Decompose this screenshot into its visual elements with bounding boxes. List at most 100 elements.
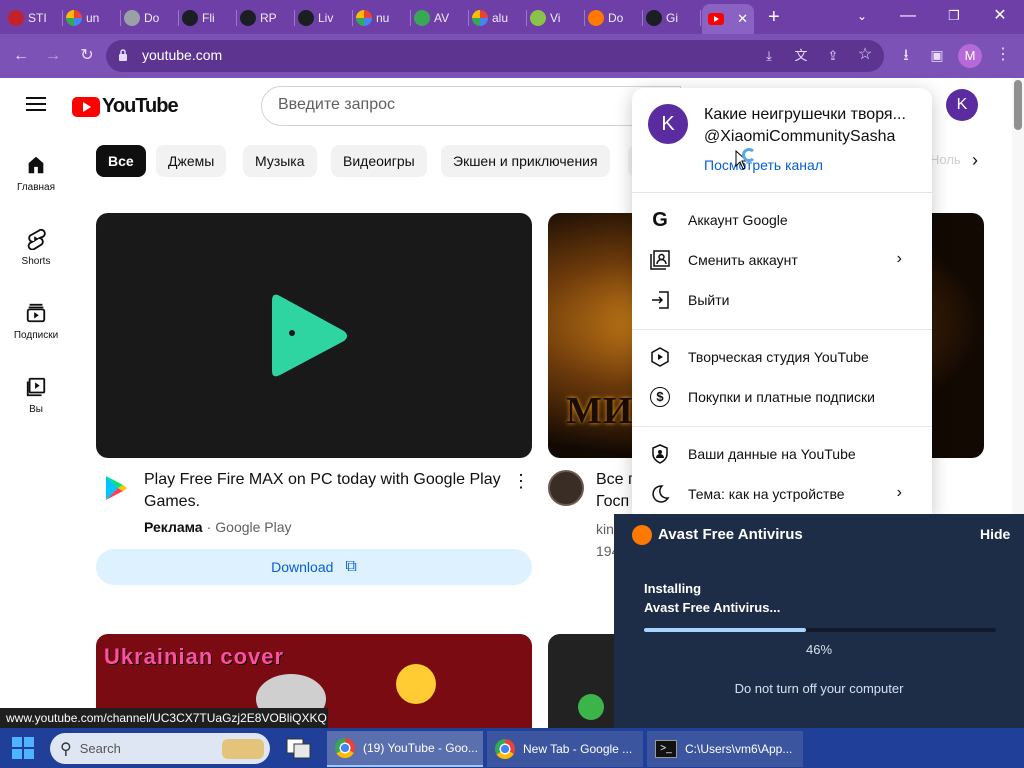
video-more-icon[interactable]: ⋮	[512, 471, 530, 492]
reload-icon[interactable]: ↻	[76, 46, 98, 66]
youtube-logo[interactable]: YouTube	[72, 95, 179, 118]
tab-search-icon[interactable]: ⌄	[842, 4, 882, 28]
google-icon	[472, 10, 488, 26]
forward-icon[interactable]: →	[42, 46, 64, 66]
chip-games[interactable]: Видеоигры	[331, 145, 427, 177]
youtube-play-logo-icon	[72, 96, 100, 117]
close-tab-icon[interactable]: ✕	[737, 11, 748, 27]
sidebar-item-subscriptions[interactable]: Подписки	[0, 302, 72, 341]
tab-1[interactable]: un	[66, 6, 116, 30]
moon-icon	[652, 485, 670, 503]
tab-9[interactable]: Vi	[530, 6, 580, 30]
tab-separator	[642, 10, 643, 26]
tab-10[interactable]: Do	[588, 6, 638, 30]
tab-youtube-active[interactable]: ✕	[702, 4, 754, 34]
translate-icon[interactable]: 文	[790, 46, 812, 66]
sidebar-item-shorts[interactable]: Shorts	[0, 228, 72, 267]
menu-item-label: Аккаунт Google	[688, 212, 788, 228]
share-icon[interactable]: ⇪	[822, 46, 844, 66]
install-app-icon[interactable]: ⤓	[758, 46, 780, 66]
account-avatar[interactable]: K	[946, 89, 978, 121]
tab-6[interactable]: nu	[356, 6, 406, 30]
task-view-icon[interactable]	[285, 737, 313, 759]
chip-all[interactable]: Все	[96, 145, 146, 177]
lock-icon[interactable]	[118, 48, 128, 62]
restore-button[interactable]: ❐	[934, 4, 974, 28]
meta-separator: ·	[206, 519, 212, 535]
menu-avatar: K	[648, 104, 688, 144]
windows-start-icon[interactable]	[12, 737, 34, 759]
menu-item-sign-out[interactable]: Выйти	[632, 280, 932, 320]
youtube-logo-text: YouTube	[102, 95, 179, 117]
tab-11[interactable]: Gi	[646, 6, 696, 30]
tab-8[interactable]: alu	[472, 6, 522, 30]
taskbar-item-youtube[interactable]: (19) YouTube - Goo...	[327, 731, 483, 767]
new-tab-button[interactable]: +	[768, 6, 780, 29]
view-channel-link[interactable]: Посмотреть канал	[704, 157, 823, 173]
close-window-button[interactable]: ✕	[980, 4, 1020, 28]
menu-item-google-account[interactable]: G Аккаунт Google	[632, 200, 932, 240]
chip-jams[interactable]: Джемы	[156, 145, 227, 177]
downloads-icon[interactable]: ⭳	[895, 46, 917, 66]
url-text[interactable]: youtube.com	[142, 47, 222, 63]
tab-separator	[352, 10, 353, 26]
tab-5[interactable]: Liv	[298, 6, 348, 30]
tab-label: alu	[492, 11, 509, 25]
channel-avatar[interactable]	[548, 470, 584, 506]
search-highlight-icon	[222, 738, 264, 759]
menu-item-your-data[interactable]: Ваши данные на YouTube	[632, 434, 932, 474]
sidebar-item-you[interactable]: Вы	[0, 376, 72, 415]
chip-music[interactable]: Музыка	[243, 145, 317, 177]
search-icon: ⚲	[60, 740, 72, 758]
menu-item-switch-account[interactable]: Сменить аккаунт ›	[632, 240, 932, 280]
chips-next-icon[interactable]: ›	[972, 150, 978, 171]
external-link-icon: ⧉	[345, 558, 357, 575]
taskbar-item-new-tab[interactable]: New Tab - Google ...	[487, 731, 643, 767]
menu-item-label: Выйти	[688, 292, 730, 308]
tab-0[interactable]: STI	[8, 6, 58, 30]
tab-4[interactable]: RP	[240, 6, 290, 30]
sidebar-item-label: Подписки	[13, 330, 59, 341]
github-icon	[240, 10, 256, 26]
studio-icon	[651, 347, 669, 367]
chip-faded[interactable]: Ноль	[930, 152, 961, 167]
video-title-line: Госп	[596, 493, 630, 510]
dollar-icon: $	[650, 387, 670, 407]
tab-separator	[236, 10, 237, 26]
sign-out-icon	[652, 291, 669, 309]
tab-2[interactable]: Do	[124, 6, 174, 30]
more-menu-icon[interactable]: ⋮	[992, 45, 1014, 65]
side-panel-icon[interactable]: ▣	[926, 45, 948, 65]
back-icon[interactable]: ←	[10, 46, 32, 66]
google-icon	[66, 10, 82, 26]
scrollbar-thumb[interactable]	[1014, 80, 1022, 130]
profile-avatar[interactable]: M	[958, 44, 982, 68]
tab-label: STI	[28, 11, 47, 25]
taskbar-item-terminal[interactable]: >_ C:\Users\vm6\App...	[647, 731, 803, 767]
avast-title: Avast Free Antivirus	[658, 526, 803, 543]
bookmark-star-icon[interactable]: ☆	[854, 45, 876, 65]
chip-action[interactable]: Экшен и приключения	[441, 145, 610, 177]
ad-channel: Google Play	[215, 519, 292, 535]
minimize-button[interactable]: —	[888, 4, 928, 28]
tab-3[interactable]: Fli	[182, 6, 232, 30]
video-title[interactable]: Все г Госп	[596, 469, 634, 513]
avast-hide-button[interactable]: Hide	[980, 526, 1010, 542]
menu-item-purchases[interactable]: $ Покупки и платные подписки	[632, 377, 932, 417]
avast-logo-icon	[632, 525, 652, 545]
menu-item-studio[interactable]: Творческая студия YouTube	[632, 337, 932, 377]
video-thumbnail-ad[interactable]	[96, 213, 532, 458]
ad-label: Реклама	[144, 519, 203, 535]
hamburger-menu-icon[interactable]	[26, 96, 46, 112]
video-title[interactable]: Play Free Fire MAX on PC today with Goog…	[144, 469, 510, 513]
chrome-icon	[495, 739, 515, 759]
sidebar-item-home[interactable]: Главная	[0, 154, 72, 193]
menu-item-theme[interactable]: Тема: как на устройстве ›	[632, 474, 932, 514]
taskbar-search-box[interactable]: ⚲ Search	[50, 733, 270, 764]
steam-icon	[8, 10, 24, 26]
google-play-icon	[100, 473, 130, 503]
download-button[interactable]: Download ⧉	[96, 549, 532, 585]
tab-label: Liv	[318, 11, 334, 25]
tab-7[interactable]: AV	[414, 6, 464, 30]
tab-label: un	[86, 11, 100, 25]
